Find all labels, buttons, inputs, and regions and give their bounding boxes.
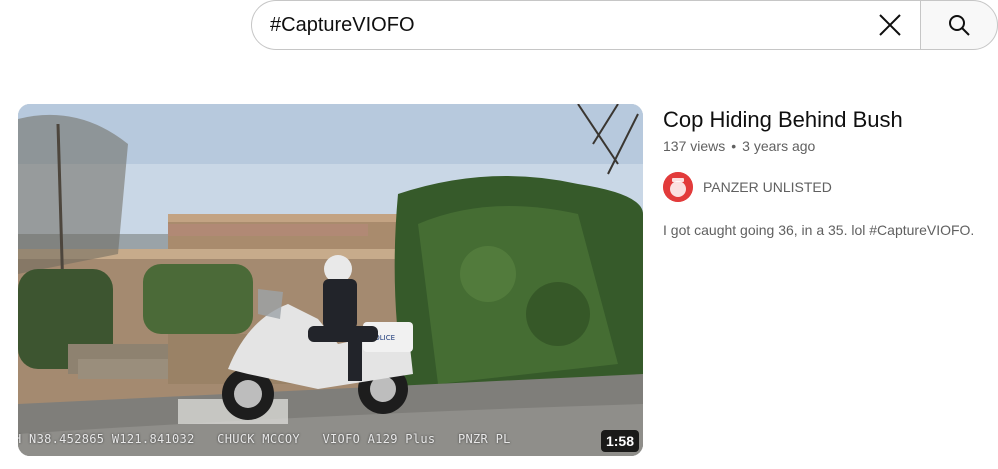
dashcam-overlay-text: H N38.452865 W121.841032 CHUCK MCCOY VIO… — [18, 432, 511, 446]
channel-name[interactable]: PANZER UNLISTED — [703, 179, 832, 195]
channel-link[interactable]: PANZER UNLISTED — [663, 172, 998, 202]
search-box — [251, 0, 920, 50]
video-meta: Cop Hiding Behind Bush 137 views • 3 yea… — [663, 104, 998, 238]
channel-logo-icon — [663, 172, 693, 202]
channel-avatar[interactable] — [663, 172, 693, 202]
clear-search-button[interactable] — [870, 5, 910, 45]
video-thumbnail[interactable]: POLICE H N38.452865 W121.841032 CHUCK MC… — [18, 104, 643, 456]
close-icon — [879, 14, 901, 36]
search-input[interactable] — [270, 13, 870, 37]
search-button[interactable] — [920, 0, 998, 50]
search-bar — [251, 0, 998, 50]
video-duration: 1:58 — [600, 430, 639, 452]
video-stats: 137 views • 3 years ago — [663, 138, 998, 154]
video-title[interactable]: Cop Hiding Behind Bush — [663, 104, 998, 136]
video-description: I got caught going 36, in a 35. lol #Cap… — [663, 222, 975, 238]
search-results-page: POLICE H N38.452865 W121.841032 CHUCK MC… — [0, 0, 998, 469]
video-result[interactable]: POLICE H N38.452865 W121.841032 CHUCK MC… — [18, 104, 998, 456]
separator-dot: • — [731, 138, 737, 154]
search-icon — [949, 15, 970, 36]
view-count: 137 views — [663, 138, 726, 154]
upload-age: 3 years ago — [742, 138, 816, 154]
thumbnail-image: POLICE — [18, 104, 643, 456]
